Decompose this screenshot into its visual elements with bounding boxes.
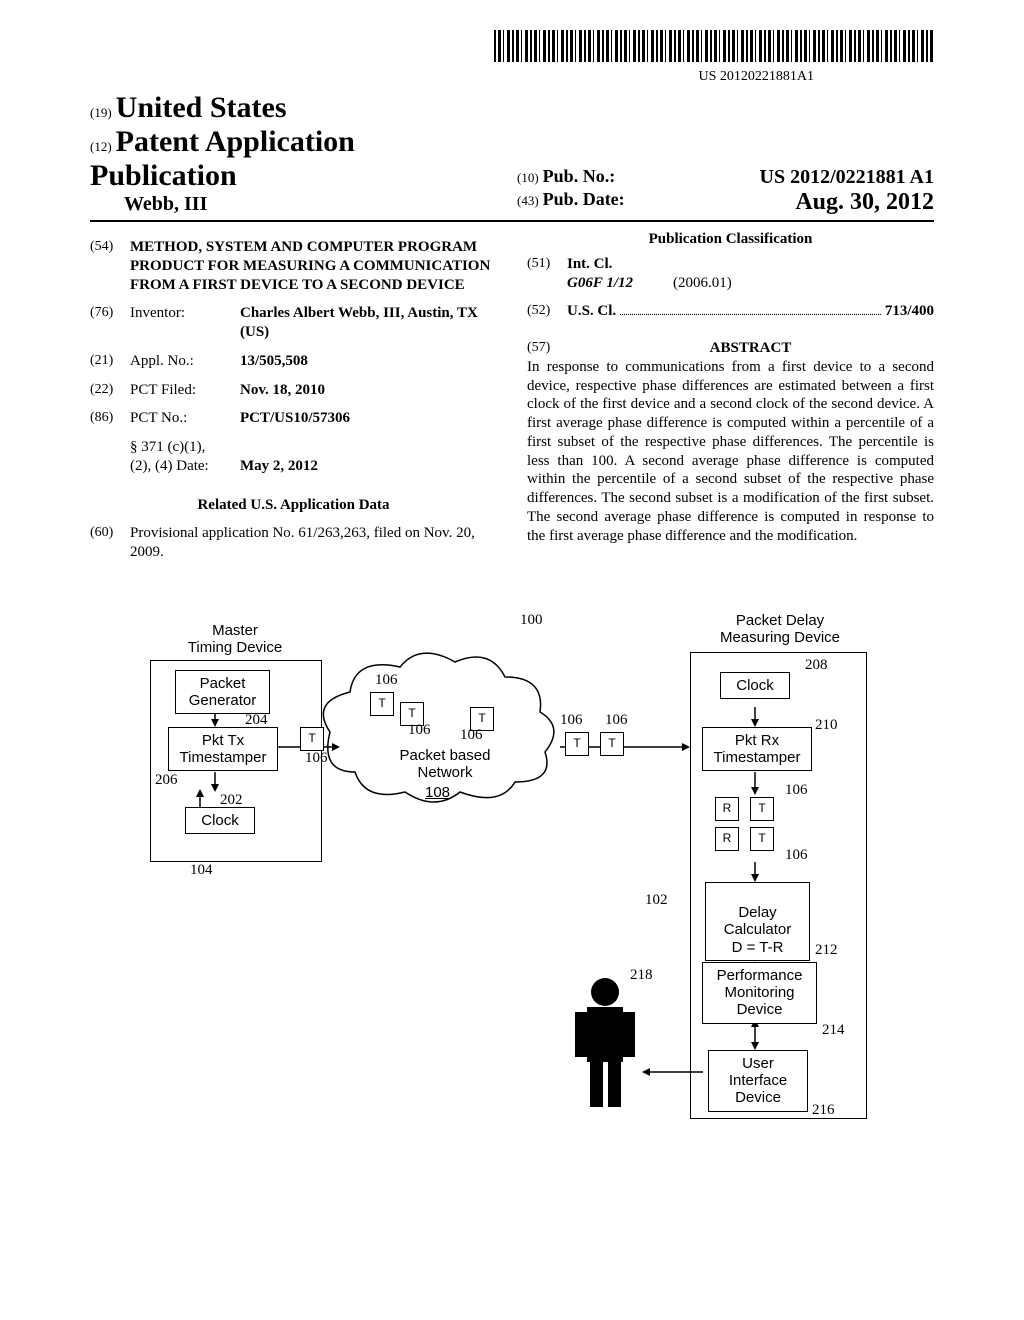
packet-generator-box: Packet Generator <box>175 670 270 715</box>
header-block: (19) United States (12) Patent Applicati… <box>90 91 934 222</box>
pub-type: Patent Application Publication <box>90 125 355 192</box>
ref-106c: 106 <box>460 727 483 744</box>
packet-t: T <box>370 692 394 716</box>
related-head: Related U.S. Application Data <box>90 496 497 515</box>
abs-head: ABSTRACT <box>710 340 792 356</box>
ref-214: 214 <box>822 1022 845 1039</box>
ref-218: 218 <box>630 967 653 984</box>
packet-t: T <box>300 727 324 751</box>
intcl-date: (2006.01) <box>673 274 732 293</box>
ref-106b: 106 <box>408 722 431 739</box>
pubtype-code: (12) <box>90 139 112 154</box>
ref-212: 212 <box>815 942 838 959</box>
invention-title: METHOD, SYSTEM AND COMPUTER PROGRAM PROD… <box>130 238 497 294</box>
classification-head: Publication Classification <box>527 230 934 249</box>
packet-t: T <box>750 827 774 851</box>
pubdate-label: Pub. Date: <box>543 189 625 209</box>
ref-106d: 106 <box>305 750 328 767</box>
pkt-tx-box: Pkt Tx Timestamper <box>168 727 278 772</box>
abs-code: (57) <box>527 339 567 358</box>
barcode-number: US 20120221881A1 <box>90 69 934 85</box>
pctno-value: PCT/US10/57306 <box>240 409 497 428</box>
ref-106f: 106 <box>605 712 628 729</box>
packet-t: T <box>750 797 774 821</box>
applno-label: Appl. No.: <box>130 352 240 371</box>
prov-text: Provisional application No. 61/263,263, … <box>130 524 497 562</box>
packet-t: T <box>565 732 589 756</box>
dots-leader <box>620 302 881 315</box>
packet-r: R <box>715 797 739 821</box>
pctfiled-code: (22) <box>90 381 130 400</box>
inventor-label: Inventor: <box>130 304 240 342</box>
s371-label: § 371 (c)(1), <box>130 438 497 457</box>
ref-106a: 106 <box>375 672 398 689</box>
packet-t: T <box>600 732 624 756</box>
pctfiled-value: Nov. 18, 2010 <box>240 381 497 400</box>
ref-204: 204 <box>245 712 268 729</box>
title-code: (54) <box>90 238 130 294</box>
inventor-code: (76) <box>90 304 130 342</box>
ref-108: 108 <box>425 784 450 801</box>
ref-106g: 106 <box>785 782 808 799</box>
pubno-code: (10) <box>517 170 539 185</box>
pubdate-code: (43) <box>517 193 539 208</box>
ref-106e: 106 <box>560 712 583 729</box>
delay-calc-box: Delay Calculator D = T-R <box>705 882 810 961</box>
barcode <box>494 30 934 62</box>
intcl-class: G06F 1/12 <box>567 275 633 291</box>
ui-device-box: User Interface Device <box>708 1050 808 1112</box>
perf-mon-box: Performance Monitoring Device <box>702 962 817 1024</box>
packet-r: R <box>715 827 739 851</box>
uscl-value: 713/400 <box>885 303 934 319</box>
ref-210: 210 <box>815 717 838 734</box>
body-columns: (54) METHOD, SYSTEM AND COMPUTER PROGRAM… <box>90 228 934 562</box>
pubno-label: Pub. No.: <box>543 166 616 186</box>
patent-page: US 20120221881A1 (19) United States (12)… <box>0 0 1024 1320</box>
pctno-label: PCT No.: <box>130 409 240 428</box>
right-column: Publication Classification (51) Int. Cl.… <box>527 228 934 562</box>
network-label: Packet based Network <box>385 747 505 781</box>
ref-202: 202 <box>220 792 243 809</box>
ref-100: 100 <box>520 612 543 629</box>
uscl-label: U.S. Cl. <box>567 303 616 319</box>
ref-208: 208 <box>805 657 828 674</box>
inventor-value: Charles Albert Webb, III, Austin, TX (US… <box>240 304 497 342</box>
applno-code: (21) <box>90 352 130 371</box>
s371-date-value: May 2, 2012 <box>240 457 318 476</box>
s371-date-label: (2), (4) Date: <box>130 457 240 476</box>
barcode-area <box>90 30 934 67</box>
left-column: (54) METHOD, SYSTEM AND COMPUTER PROGRAM… <box>90 228 497 562</box>
master-label: Master Timing Device <box>180 622 290 656</box>
ref-216: 216 <box>812 1102 835 1119</box>
pctno-code: (86) <box>90 409 130 428</box>
intcl-code: (51) <box>527 255 567 293</box>
pctfiled-label: PCT Filed: <box>130 381 240 400</box>
uscl-code: (52) <box>527 302 567 321</box>
clock-box-right: Clock <box>720 672 790 699</box>
pkt-rx-box: Pkt Rx Timestamper <box>702 727 812 772</box>
clock-box-left: Clock <box>185 807 255 834</box>
author: Webb, III <box>124 193 207 215</box>
pubno: US 2012/0221881 A1 <box>760 166 934 189</box>
pdm-label: Packet Delay Measuring Device <box>715 612 845 646</box>
country: United States <box>116 91 287 124</box>
pubdate: Aug. 30, 2012 <box>795 189 934 216</box>
country-code: (19) <box>90 105 112 120</box>
abstract-text: In response to communications from a fir… <box>527 358 934 546</box>
ref-206: 206 <box>155 772 178 789</box>
ref-104: 104 <box>190 862 213 879</box>
intcl-label: Int. Cl. <box>567 256 612 272</box>
ref-106h: 106 <box>785 847 808 864</box>
prov-code: (60) <box>90 524 130 562</box>
figure: Master Timing Device Packet Generator Pk… <box>90 612 934 1152</box>
ref-102: 102 <box>645 892 668 909</box>
applno-value: 13/505,508 <box>240 352 497 371</box>
